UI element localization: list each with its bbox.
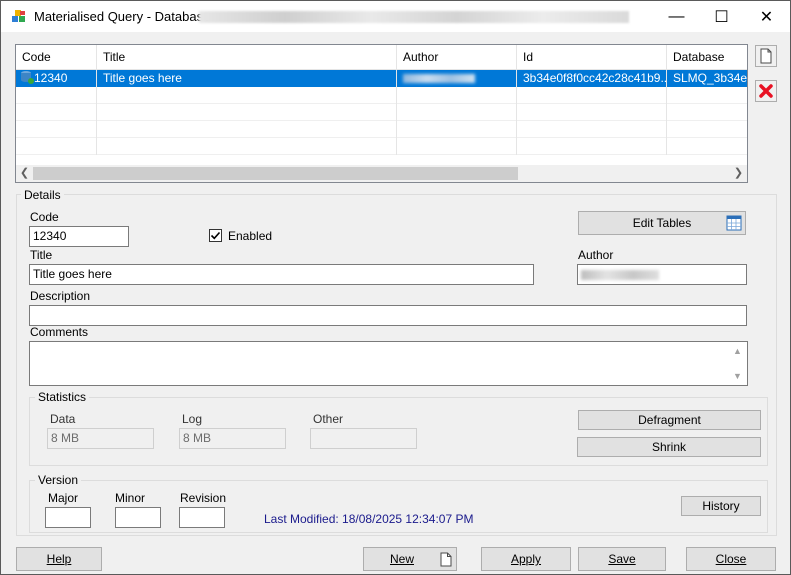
major-input[interactable] [45,507,91,528]
major-label: Major [48,491,79,505]
close-icon: ✕ [759,8,774,26]
edit-tables-button[interactable]: Edit Tables [578,211,746,235]
title-bar: Materialised Query - Database — ☐ ✕ [1,1,790,32]
log-size-label: Log [182,412,203,426]
query-grid[interactable]: Code Title Author Id Database 12340 Titl… [15,44,748,183]
statistics-group-label: Statistics [35,390,90,404]
minor-label: Minor [115,491,146,505]
code-label: Code [30,210,59,224]
column-header-title[interactable]: Title [97,45,397,70]
minor-input[interactable] [115,507,161,528]
save-label: Save [608,552,636,566]
enabled-label: Enabled [228,229,273,243]
close-label: Close [715,552,747,566]
shrink-button[interactable]: Shrink [577,437,761,457]
window-title: Materialised Query - Database [34,9,211,24]
column-header-code[interactable]: Code [16,45,97,70]
comments-scroll-up-icon[interactable]: ▲ [733,346,742,356]
cell-code-text: 12340 [34,71,68,85]
description-label: Description [30,289,91,303]
new-label: New [389,552,414,566]
edit-tables-label: Edit Tables [632,216,692,230]
cell-author [397,70,517,87]
empty-row [16,138,747,155]
checkmark-icon [210,231,221,240]
app-icon [12,10,25,22]
comments-scroll-down-icon[interactable]: ▼ [733,371,742,381]
table-icon [726,215,742,231]
delete-icon [759,84,773,98]
database-icon [21,71,34,84]
save-button[interactable]: Save [578,547,666,571]
close-button[interactable]: Close [686,547,776,571]
new-document-icon [440,552,452,567]
comments-label: Comments [30,325,89,339]
empty-row [16,104,747,121]
new-record-button[interactable] [755,45,777,67]
scroll-left-icon[interactable]: ❮ [16,165,33,182]
empty-row [16,121,747,138]
close-window-button[interactable]: ✕ [744,1,789,32]
title-input[interactable]: Title goes here [29,264,534,285]
other-size-field [310,428,417,449]
cell-code: 12340 [16,70,97,87]
redacted-title-text [199,11,629,23]
version-group-label: Version [35,473,82,487]
cell-id: 3b34e0f8f0cc42c28c41b9... [517,70,667,87]
log-size-field: 8 MB [179,428,286,449]
minimize-button[interactable]: — [654,1,699,32]
data-size-label: Data [50,412,76,426]
redacted-author [403,74,475,84]
description-input[interactable] [29,305,747,326]
table-row[interactable]: 12340 Title goes here 3b34e0f8f0cc42c28c… [16,70,747,87]
window: Materialised Query - Database — ☐ ✕ Code… [0,0,791,575]
details-group-label: Details [21,188,64,202]
revision-label: Revision [180,491,227,505]
redacted-author-value [581,269,659,280]
other-size-label: Other [313,412,344,426]
author-input[interactable] [577,264,747,285]
maximize-button[interactable]: ☐ [699,1,744,32]
comments-textarea[interactable] [29,341,748,386]
delete-record-button[interactable] [755,80,777,102]
horizontal-scrollbar[interactable]: ❮ ❯ [16,165,747,182]
history-button[interactable]: History [681,496,761,516]
data-size-field: 8 MB [47,428,154,449]
last-modified-text: Last Modified: 18/08/2025 12:34:07 PM [264,512,474,526]
help-label: Help [46,552,72,566]
column-header-author[interactable]: Author [397,45,517,70]
scrollbar-thumb[interactable] [33,167,518,180]
cell-title: Title goes here [97,70,397,87]
new-document-icon [760,48,772,64]
apply-label: Apply [510,552,542,566]
enabled-checkbox[interactable] [209,229,222,242]
author-label: Author [578,248,614,262]
defragment-button[interactable]: Defragment [578,410,761,430]
new-button[interactable]: New [363,547,457,571]
empty-row [16,87,747,104]
code-input[interactable]: 12340 [29,226,129,247]
revision-input[interactable] [179,507,225,528]
minimize-icon: — [668,7,685,25]
grid-header: Code Title Author Id Database [16,45,747,70]
title-label: Title [30,248,53,262]
cell-database: SLMQ_3b34e0f [673,71,747,85]
help-button[interactable]: Help [16,547,102,571]
scroll-right-icon[interactable]: ❯ [730,165,747,182]
column-header-database[interactable]: Database [667,45,747,70]
apply-button[interactable]: Apply [481,547,571,571]
column-header-id[interactable]: Id [517,45,667,70]
maximize-icon: ☐ [714,8,729,26]
